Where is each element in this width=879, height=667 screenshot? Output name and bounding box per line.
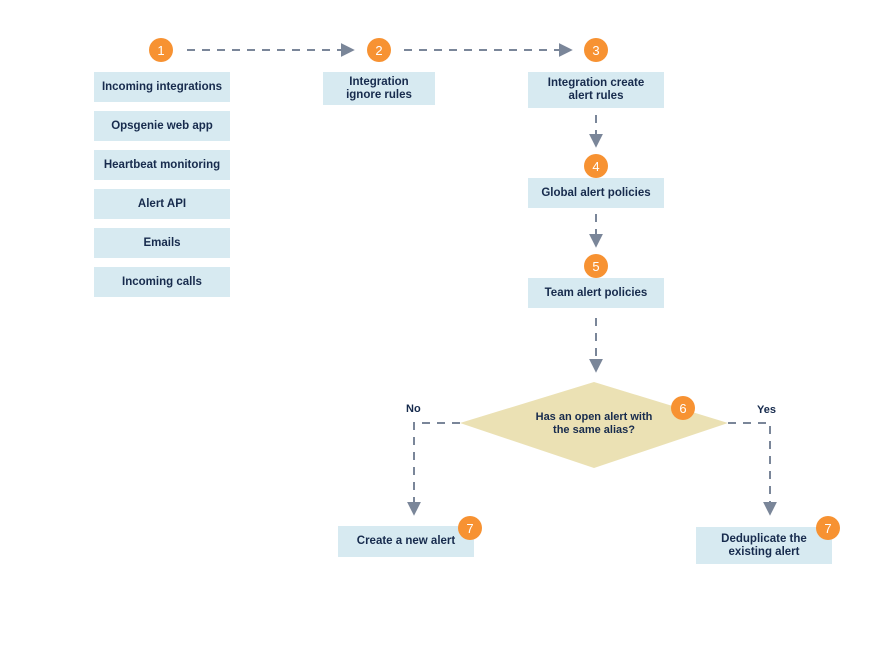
global-alert-policies-box: Global alert policies (528, 178, 664, 208)
alert-flow-diagram: 1 Incoming integrations Opsgenie web app… (0, 0, 879, 667)
yes-branch-label: Yes (757, 404, 776, 416)
connector-yes-branch (728, 422, 777, 516)
no-branch-label: No (406, 403, 421, 415)
decision-question: Has an open alert with the same alias? (504, 411, 684, 437)
source-opsgenie-web-app: Opsgenie web app (94, 111, 230, 141)
source-incoming-calls: Incoming calls (94, 267, 230, 297)
deduplicate-alert-box: Deduplicate the existing alert (696, 527, 832, 564)
decision-question-line2: the same alias? (553, 424, 635, 436)
step-1-badge: 1 (149, 38, 173, 62)
team-alert-policies-box: Team alert policies (528, 278, 664, 308)
create-new-alert-box: Create a new alert (338, 526, 474, 557)
connector-no-branch (407, 422, 460, 516)
integration-ignore-rules-line1: Integration (349, 75, 409, 88)
step-4-badge: 4 (584, 154, 608, 178)
source-alert-api: Alert API (94, 189, 230, 219)
decision-question-line1: Has an open alert with (535, 411, 653, 423)
integration-create-alert-rules-box: Integration create alert rules (528, 72, 664, 108)
step-5-badge: 5 (584, 254, 608, 278)
integration-create-alert-rules-line2: alert rules (568, 90, 624, 102)
integration-create-alert-rules-line1: Integration create (547, 77, 645, 89)
integration-ignore-rules-box: Integration ignore rules (323, 72, 435, 105)
step-2-badge: 2 (367, 38, 391, 62)
step-3-badge: 3 (584, 38, 608, 62)
deduplicate-alert-line2: existing alert (728, 545, 800, 558)
step-7-yes-badge: 7 (816, 516, 840, 540)
step-7-no-badge: 7 (458, 516, 482, 540)
integration-ignore-rules-line2: ignore rules (346, 88, 412, 101)
source-emails: Emails (94, 228, 230, 258)
step-6-badge: 6 (671, 396, 695, 420)
source-heartbeat-monitoring: Heartbeat monitoring (94, 150, 230, 180)
source-incoming-integrations: Incoming integrations (94, 72, 230, 102)
deduplicate-alert-line1: Deduplicate the (721, 532, 807, 545)
